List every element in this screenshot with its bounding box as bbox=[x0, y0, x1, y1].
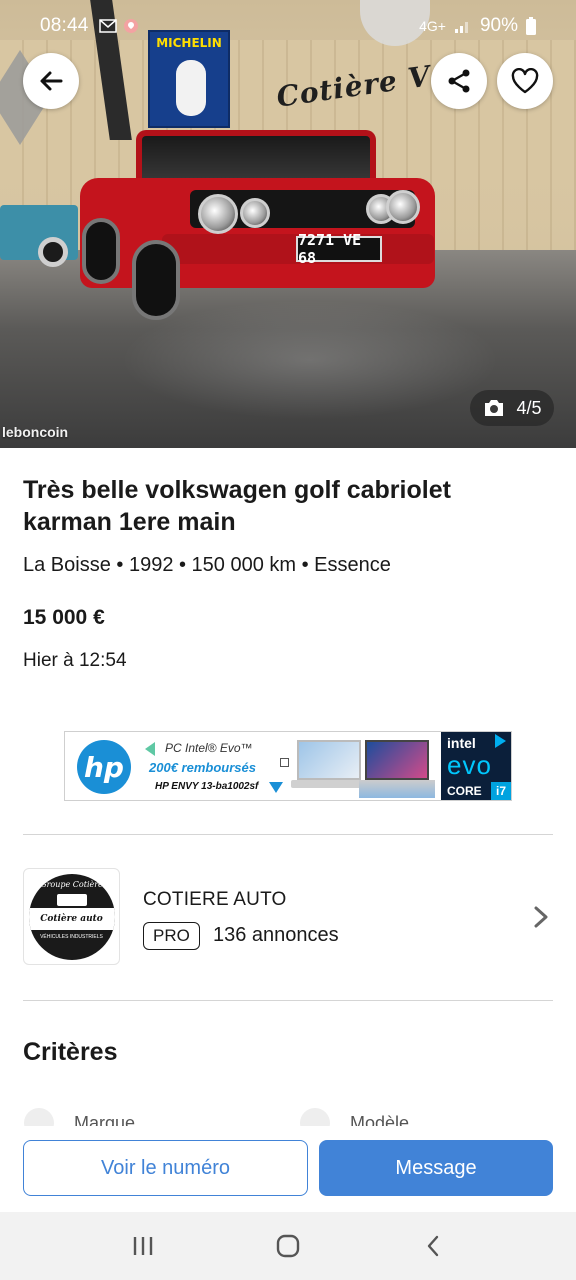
listing-photo[interactable]: MICHELIN Cotière V 7271 VE 68 leboncoin … bbox=[0, 0, 576, 448]
listing-price: 15 000 € bbox=[23, 606, 105, 629]
ad-line-1: PC Intel® Evo™ bbox=[165, 741, 253, 755]
evo-text: evo bbox=[447, 750, 492, 780]
camera-icon bbox=[485, 400, 504, 416]
seller-logo-disc: Groupe Cotière Cotière auto VÉHICULES IN… bbox=[28, 873, 115, 960]
recent-apps-icon bbox=[133, 1237, 152, 1255]
listing-title: Très belle volkswagen golf cabriolet kar… bbox=[23, 476, 451, 536]
seller-logo-arc-text: Groupe Cotière bbox=[40, 879, 103, 889]
system-nav-bar bbox=[0, 1212, 576, 1280]
photo-watermark: leboncoin bbox=[2, 424, 69, 440]
seller-logo-band-text: Cotière auto bbox=[28, 907, 115, 930]
ad-triangle-blue bbox=[269, 782, 283, 793]
blue-truck bbox=[0, 205, 78, 267]
laptop-image-2 bbox=[365, 740, 429, 780]
criteria-row: Marque Modèle bbox=[0, 1104, 576, 1128]
ad-line-3: HP ENVY 13-ba1002sf bbox=[155, 781, 259, 792]
heart-icon bbox=[511, 68, 539, 94]
status-bar: 08:44 4G+ 90% bbox=[0, 0, 576, 52]
share-icon bbox=[448, 69, 470, 93]
divider bbox=[23, 1000, 553, 1001]
listing-meta: La Boisse • 1992 • 150 000 km • Essence bbox=[23, 554, 391, 576]
license-plate: 7271 VE 68 bbox=[296, 231, 382, 267]
ad-square bbox=[280, 758, 289, 767]
share-button[interactable] bbox=[431, 53, 487, 109]
message-button[interactable]: Message bbox=[319, 1140, 553, 1196]
notification-icons bbox=[98, 18, 139, 34]
chevron-left-icon bbox=[428, 1235, 439, 1257]
battery-icon bbox=[526, 17, 536, 35]
home-button[interactable] bbox=[268, 1226, 308, 1266]
laptop-image-1 bbox=[297, 740, 361, 780]
photo-counter[interactable]: 4/5 bbox=[470, 390, 554, 426]
laptop-base-2 bbox=[359, 780, 435, 798]
ad-line-2: 200€ remboursés bbox=[149, 760, 256, 775]
action-bar: Voir le numéro Message bbox=[0, 1126, 576, 1212]
photo-counter-text: 4/5 bbox=[516, 397, 542, 418]
favorite-button[interactable] bbox=[497, 53, 553, 109]
tag-icon bbox=[24, 1108, 54, 1128]
car-headlamp-left-inner bbox=[240, 198, 270, 228]
i7-text: i7 bbox=[491, 782, 511, 800]
laptop-base-1 bbox=[291, 780, 367, 788]
chevron-right-icon[interactable] bbox=[530, 902, 552, 932]
car-tyre-front bbox=[132, 240, 180, 320]
ad-triangle-green bbox=[145, 742, 155, 756]
battery-percent: 90% bbox=[479, 15, 518, 36]
status-right: 4G+ 90% bbox=[419, 15, 536, 37]
car-icon bbox=[300, 1108, 330, 1128]
car-headlamp-right bbox=[386, 190, 420, 224]
back-button[interactable] bbox=[23, 53, 79, 109]
gmail-icon bbox=[98, 19, 117, 33]
system-back-button[interactable] bbox=[413, 1226, 453, 1266]
divider bbox=[23, 834, 553, 835]
criteria-item-model: Modèle bbox=[300, 1108, 409, 1128]
truck-wheel bbox=[38, 237, 68, 267]
adchoices-icon[interactable] bbox=[495, 734, 506, 748]
home-icon bbox=[276, 1234, 300, 1258]
pro-badge: PRO bbox=[143, 922, 200, 950]
seller-name[interactable]: COTIERE AUTO bbox=[143, 889, 287, 911]
arrow-left-icon bbox=[40, 71, 63, 91]
criteria-title: Critères bbox=[23, 1038, 118, 1066]
seller-logo-truck bbox=[56, 893, 87, 906]
car-headlamp-left bbox=[198, 194, 238, 234]
seller-listings-count[interactable]: 136 annonces bbox=[213, 924, 339, 947]
michelin-man bbox=[176, 60, 206, 116]
app-notification-icon bbox=[123, 19, 138, 33]
status-time: 08:44 bbox=[40, 15, 89, 36]
seller-logo[interactable]: Groupe Cotière Cotière auto VÉHICULES IN… bbox=[23, 868, 120, 965]
core-text: CORE bbox=[447, 784, 482, 798]
show-phone-button[interactable]: Voir le numéro bbox=[23, 1140, 308, 1196]
seller-logo-sub-text: VÉHICULES INDUSTRIELS bbox=[40, 933, 103, 940]
criteria-item-brand: Marque bbox=[24, 1108, 135, 1128]
car-tyre-rear bbox=[82, 218, 120, 284]
intel-text: intel bbox=[447, 735, 476, 751]
ad-banner[interactable]: hp PC Intel® Evo™ 200€ remboursés HP ENV… bbox=[64, 731, 512, 801]
listing-date: Hier à 12:54 bbox=[23, 650, 127, 671]
network-type: 4G+ bbox=[419, 18, 446, 34]
recent-apps-button[interactable] bbox=[123, 1226, 163, 1266]
signal-icon bbox=[454, 22, 468, 33]
red-car: 7271 VE 68 bbox=[80, 128, 440, 328]
hp-logo: hp bbox=[77, 740, 131, 794]
